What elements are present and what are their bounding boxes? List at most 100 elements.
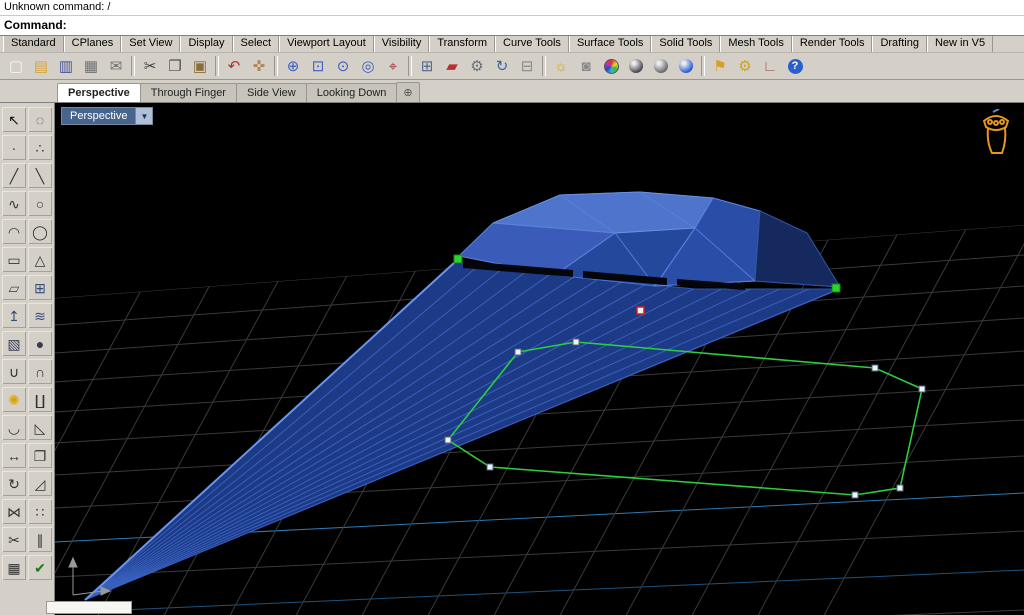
dotted-window-icon[interactable]: ⊟ [515, 54, 539, 78]
extrude-icon[interactable]: ↥ [2, 303, 26, 328]
sphere-icon[interactable]: ● [28, 331, 52, 356]
select-arrow-icon[interactable]: ↖ [2, 107, 26, 132]
chamfer-icon[interactable]: ◺ [28, 415, 52, 440]
corner-point-marker[interactable] [453, 254, 463, 264]
options-gears-icon[interactable]: ⚙ [733, 54, 757, 78]
curve-control-point[interactable] [486, 463, 494, 471]
command-input[interactable]: Command: [0, 16, 1024, 36]
menu-tab-viewport-layout[interactable]: Viewport Layout [279, 36, 374, 52]
layer-colors-icon[interactable] [599, 54, 623, 78]
print-icon[interactable]: ▦ [79, 54, 103, 78]
undo-icon[interactable]: ↶ [222, 54, 246, 78]
flag-icon[interactable]: ⚑ [708, 54, 732, 78]
mirror-icon[interactable]: ⋈ [2, 499, 26, 524]
save-file-icon[interactable]: ▥ [54, 54, 78, 78]
curve-control-point[interactable] [918, 385, 926, 393]
curve-control-point[interactable] [896, 484, 904, 492]
viewport-tab-looking-down[interactable]: Looking Down [305, 83, 398, 102]
menu-tab-mesh-tools[interactable]: Mesh Tools [720, 36, 792, 52]
menu-tab-set-view[interactable]: Set View [121, 36, 181, 52]
circle-icon[interactable]: ○ [28, 191, 52, 216]
menu-tab-solid-tools[interactable]: Solid Tools [651, 36, 721, 52]
curve-icon[interactable]: ∿ [2, 191, 26, 216]
add-viewport-tab-button[interactable]: ⊕ [396, 82, 420, 102]
zoom-extents-icon[interactable]: ◎ [356, 54, 380, 78]
mesh-object[interactable] [84, 191, 841, 601]
viewport-title[interactable]: Perspective ▼ [61, 107, 154, 125]
copy-object-icon[interactable]: ❐ [28, 443, 52, 468]
osnap-check-icon[interactable]: ✔ [28, 555, 52, 580]
curve-control-point[interactable] [572, 338, 580, 346]
menu-tab-render-tools[interactable]: Render Tools [791, 36, 873, 52]
viewport-tab-perspective[interactable]: Perspective [57, 83, 141, 102]
menu-tab-cplanes[interactable]: CPlanes [63, 36, 122, 52]
split-icon[interactable]: ∥ [28, 527, 52, 552]
viewport-tab-side-view[interactable]: Side View [235, 83, 307, 102]
surface-3pt-icon[interactable]: ▱ [2, 275, 26, 300]
move-icon[interactable]: ↔ [2, 443, 26, 468]
car-icon[interactable]: ▰ [440, 54, 464, 78]
surface-network-icon[interactable]: ⊞ [28, 275, 52, 300]
explode-icon[interactable]: ✺ [2, 387, 26, 412]
point-icon[interactable]: ∙ [2, 135, 26, 160]
box-icon[interactable]: ▧ [2, 331, 26, 356]
viewport-title-dropdown-icon[interactable]: ▼ [136, 107, 154, 125]
new-file-icon[interactable]: ▢ [4, 54, 28, 78]
display-mode-dark-icon[interactable] [624, 54, 648, 78]
ellipse-icon[interactable]: ◯ [28, 219, 52, 244]
curve-control-point[interactable] [871, 364, 879, 372]
menu-tab-curve-tools[interactable]: Curve Tools [495, 36, 569, 52]
copy-icon[interactable]: ❐ [163, 54, 187, 78]
array-icon[interactable]: ∷ [28, 499, 52, 524]
viewport-tab-through-finger[interactable]: Through Finger [139, 83, 237, 102]
menu-tab-standard[interactable]: Standard [3, 36, 64, 52]
curve-control-point[interactable] [444, 436, 452, 444]
lock-icon[interactable]: ◙ [574, 54, 598, 78]
display-mode-blue-icon[interactable] [674, 54, 698, 78]
cut-icon[interactable]: ✂ [138, 54, 162, 78]
zoom-dynamic-icon[interactable]: ⊕ [281, 54, 305, 78]
help-icon[interactable]: ? [783, 54, 807, 78]
email-icon[interactable]: ✉ [104, 54, 128, 78]
display-mode-gray-icon[interactable] [649, 54, 673, 78]
trim-icon[interactable]: ✂ [2, 527, 26, 552]
menu-tab-select[interactable]: Select [232, 36, 280, 52]
lasso-select-icon[interactable]: ◌ [28, 107, 52, 132]
gumball-icon[interactable]: ∟ [758, 54, 782, 78]
zoom-selected-icon[interactable]: ⊙ [331, 54, 355, 78]
polyline-icon[interactable]: ╱ [2, 163, 26, 188]
paste-icon[interactable]: ▣ [188, 54, 212, 78]
point-cloud-icon[interactable]: ∴ [28, 135, 52, 160]
menu-tab-drafting[interactable]: Drafting [872, 36, 927, 52]
fillet-icon[interactable]: ◡ [2, 415, 26, 440]
loft-icon[interactable]: ≋ [28, 303, 52, 328]
zoom-window-icon[interactable]: ⊡ [306, 54, 330, 78]
perspective-viewport[interactable]: Perspective ▼ [55, 103, 1024, 615]
open-file-icon[interactable]: ▤ [29, 54, 53, 78]
menu-tab-new-in-v5[interactable]: New in V5 [926, 36, 994, 52]
scale-icon[interactable]: ◿ [28, 471, 52, 496]
curve-control-point[interactable] [851, 491, 859, 499]
curve-control-point[interactable] [514, 348, 522, 356]
menu-tab-visibility[interactable]: Visibility [373, 36, 430, 52]
join-icon[interactable]: ∐ [28, 387, 52, 412]
zoom-target-icon[interactable]: ⌖ [381, 54, 405, 78]
menu-tab-display[interactable]: Display [180, 36, 233, 52]
menu-tab-transform[interactable]: Transform [429, 36, 496, 52]
boolean-union-icon[interactable]: ∪ [2, 359, 26, 384]
arc-icon[interactable]: ◠ [2, 219, 26, 244]
rectangle-icon[interactable]: ▭ [2, 247, 26, 272]
rotate-icon[interactable]: ↻ [2, 471, 26, 496]
selected-point-marker[interactable] [636, 306, 645, 315]
gear-icon[interactable]: ⚙ [465, 54, 489, 78]
boolean-difference-icon[interactable]: ∩ [28, 359, 52, 384]
line-segments-icon[interactable]: ╲ [28, 163, 52, 188]
menu-tab-surface-tools[interactable]: Surface Tools [568, 36, 652, 52]
pan-view-icon[interactable]: ✜ [247, 54, 271, 78]
lightbulb-icon[interactable]: ☼ [549, 54, 573, 78]
rotate-view-icon[interactable]: ↻ [490, 54, 514, 78]
four-viewports-icon[interactable]: ⊞ [415, 54, 439, 78]
polygon-icon[interactable]: △ [28, 247, 52, 272]
corner-point-marker[interactable] [831, 283, 841, 293]
grid-snap-icon[interactable]: ▦ [2, 555, 26, 580]
